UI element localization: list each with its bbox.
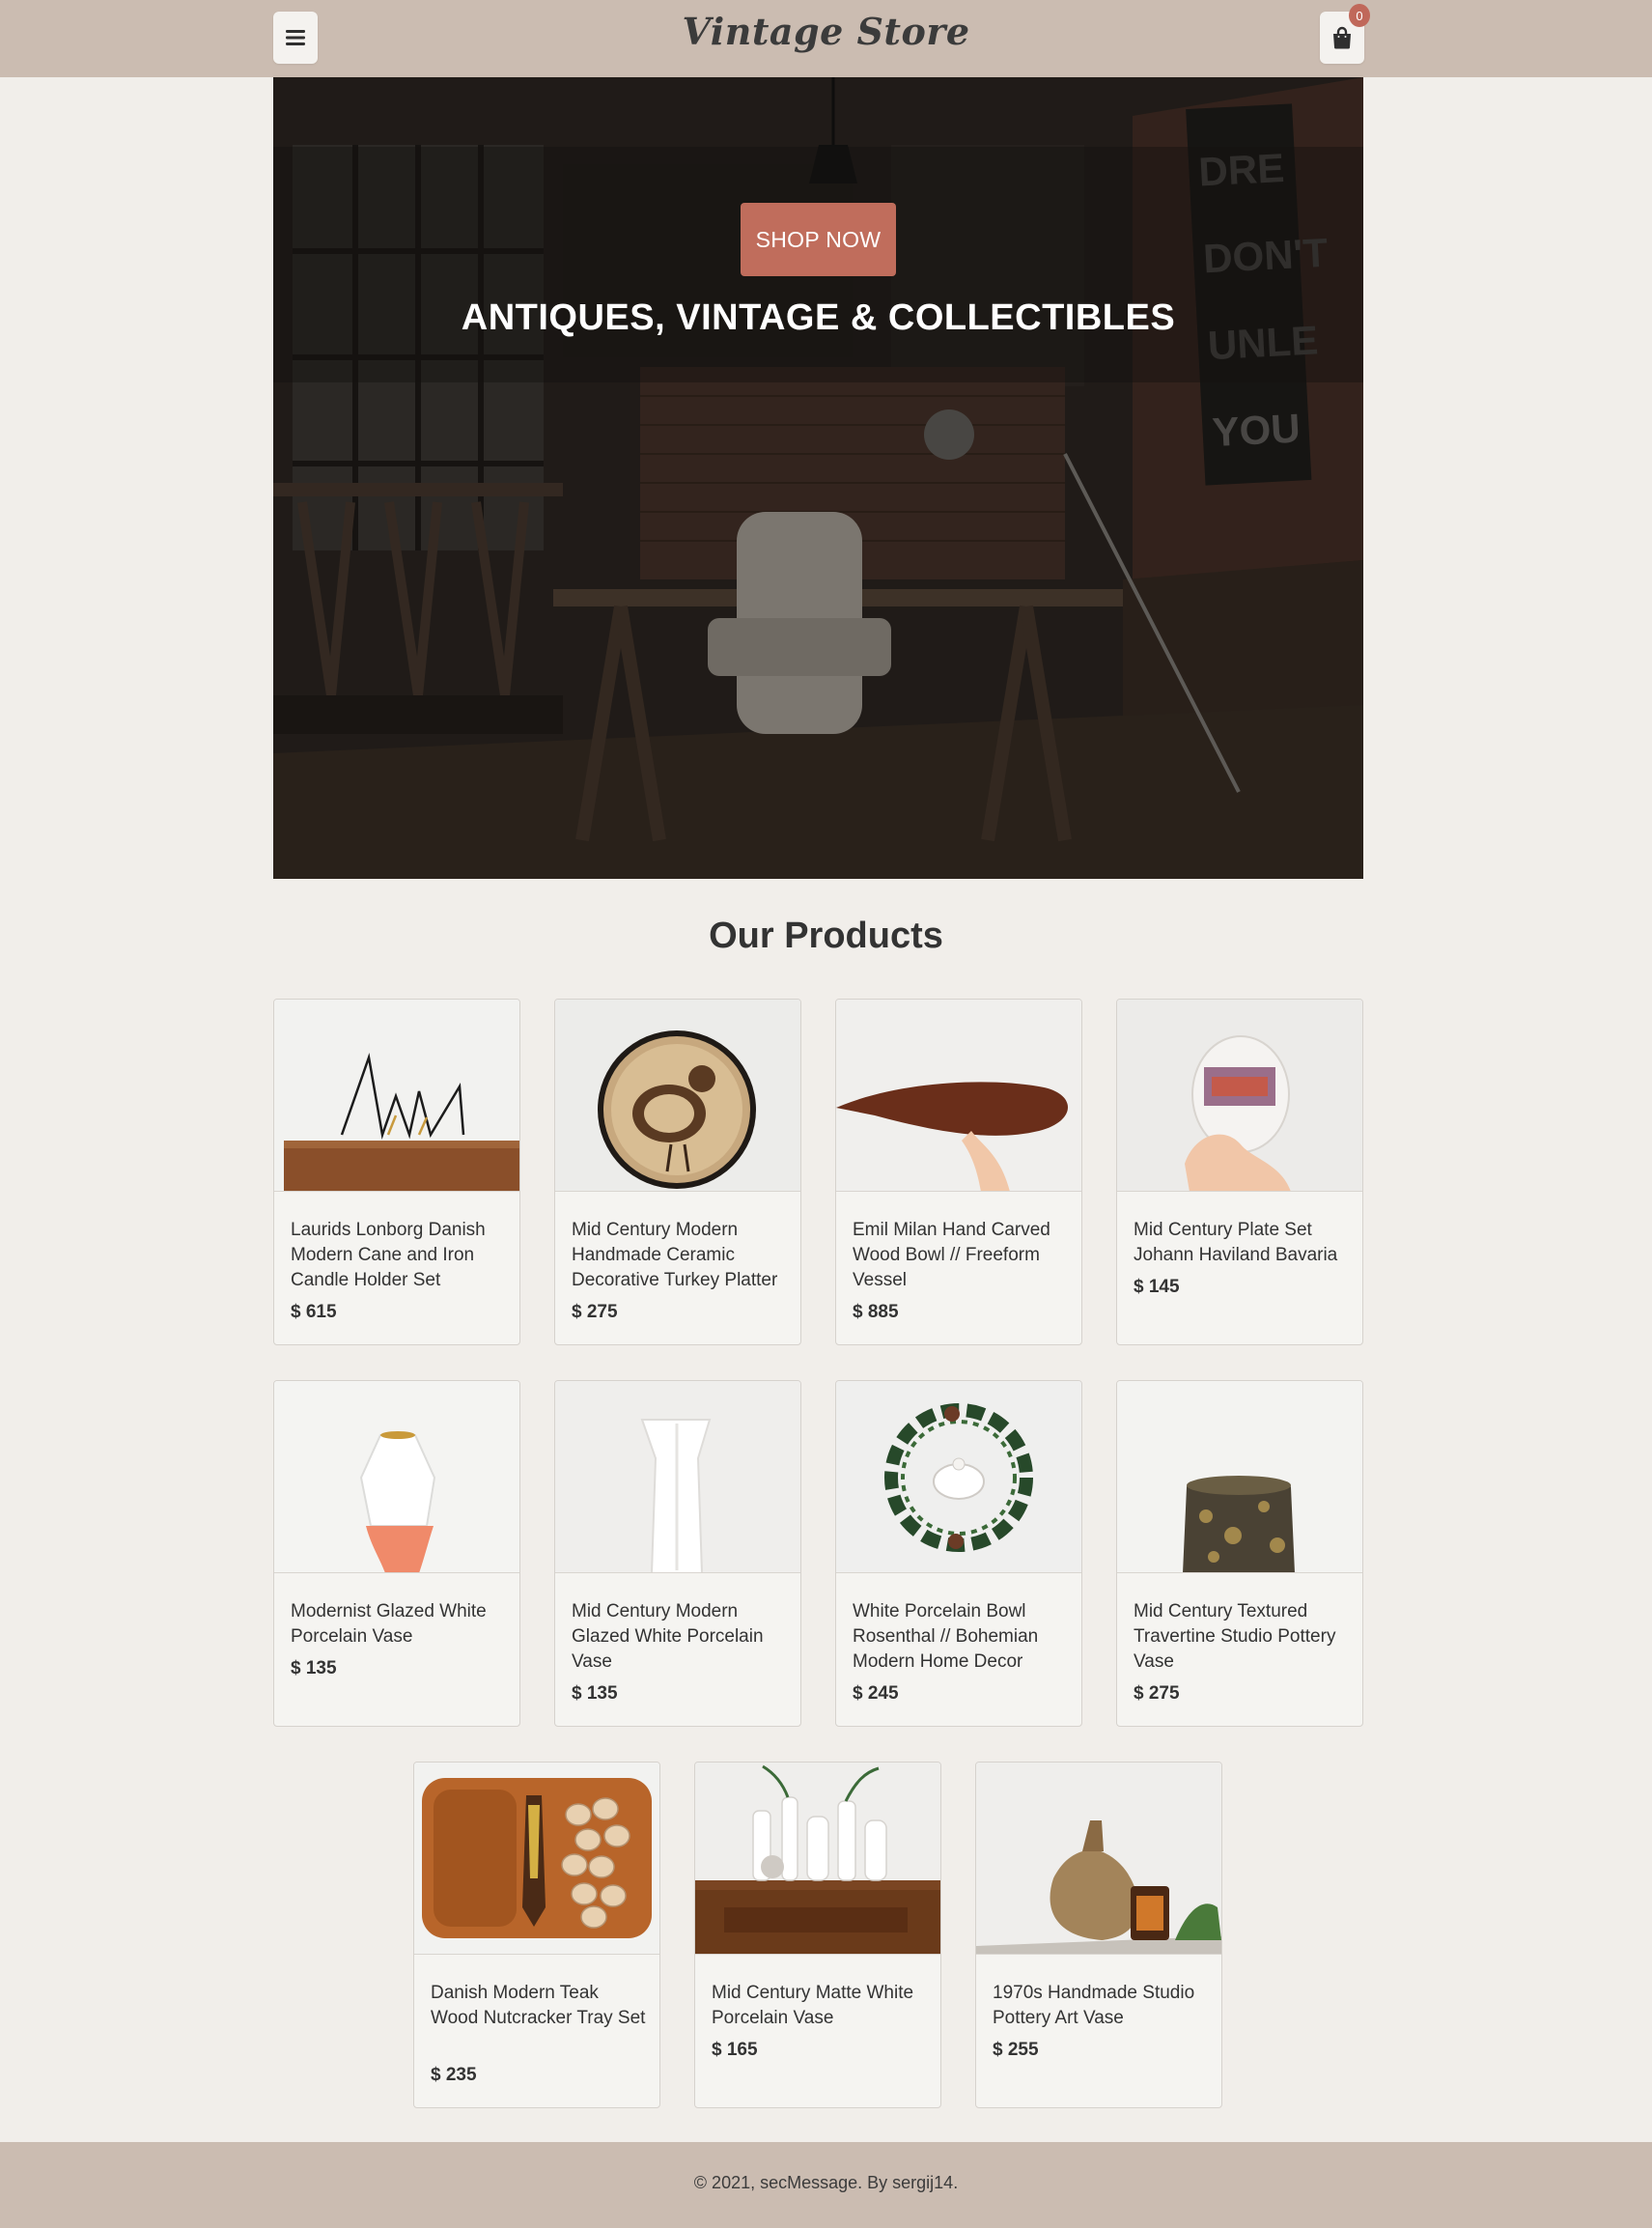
product-card[interactable]: Mid Century Textured Travertine Studio P…	[1116, 1380, 1363, 1727]
product-card[interactable]: White Porcelain Bowl Rosenthal // Bohemi…	[835, 1380, 1082, 1727]
site-footer: © 2021, secMessage. By sergij14.	[0, 2142, 1652, 2228]
product-image[interactable]	[836, 1381, 1081, 1573]
product-price: $ 135	[291, 1658, 337, 1678]
product-name[interactable]: 1970s Handmade Studio Pottery Art Vase	[993, 1981, 1213, 2031]
product-image[interactable]	[555, 1000, 800, 1192]
product-image[interactable]	[555, 1381, 800, 1573]
footer-copyright: © 2021, secMessage. By sergij14.	[693, 2173, 959, 2192]
product-image[interactable]	[1117, 1381, 1362, 1573]
hero-banner: DRE DON'T UNLE YOU	[273, 77, 1363, 879]
product-price: $ 885	[853, 1302, 899, 1322]
shop-now-button[interactable]: SHOP NOW	[741, 203, 896, 276]
product-name[interactable]: Mid Century Textured Travertine Studio P…	[1134, 1599, 1354, 1675]
shopping-bag-icon	[1333, 26, 1351, 49]
product-card[interactable]: 1970s Handmade Studio Pottery Art Vase $…	[975, 1762, 1222, 2108]
product-name[interactable]: White Porcelain Bowl Rosenthal // Bohemi…	[853, 1599, 1073, 1675]
logo-container: Vintage Store	[0, 10, 1652, 53]
menu-button[interactable]	[273, 12, 318, 64]
cart-count-badge: 0	[1349, 4, 1370, 27]
product-image[interactable]	[274, 1000, 519, 1192]
product-price: $ 135	[572, 1683, 618, 1704]
product-card[interactable]: Mid Century Modern Glazed White Porcelai…	[554, 1380, 801, 1727]
product-price: $ 255	[993, 2040, 1039, 2060]
product-card[interactable]: Modernist Glazed White Porcelain Vase $ …	[273, 1380, 520, 1727]
product-price: $ 235	[431, 2065, 477, 2085]
product-card[interactable]: Mid Century Matte White Porcelain Vase $…	[694, 1762, 941, 2108]
product-name[interactable]: Danish Modern Teak Wood Nutcracker Tray …	[431, 1981, 651, 2031]
product-card[interactable]: Mid Century Plate Set Johann Haviland Ba…	[1116, 999, 1363, 1345]
hamburger-icon	[286, 30, 305, 45]
product-name[interactable]: Mid Century Modern Glazed White Porcelai…	[572, 1599, 792, 1675]
product-price: $ 275	[572, 1302, 618, 1322]
product-card[interactable]: Mid Century Modern Handmade Ceramic Deco…	[554, 999, 801, 1345]
product-price: $ 145	[1134, 1277, 1180, 1297]
product-name[interactable]: Modernist Glazed White Porcelain Vase	[291, 1599, 511, 1650]
product-price: $ 275	[1134, 1683, 1180, 1704]
product-card[interactable]: Emil Milan Hand Carved Wood Bowl // Free…	[835, 999, 1082, 1345]
product-image[interactable]	[1117, 1000, 1362, 1192]
site-header: Vintage Store 0	[0, 0, 1652, 77]
product-image[interactable]	[695, 1763, 940, 1955]
product-image[interactable]	[274, 1381, 519, 1573]
product-name[interactable]: Mid Century Matte White Porcelain Vase	[712, 1981, 932, 2031]
product-image[interactable]	[836, 1000, 1081, 1192]
product-price: $ 165	[712, 2040, 758, 2060]
product-name[interactable]: Laurids Lonborg Danish Modern Cane and I…	[291, 1218, 511, 1293]
product-card[interactable]: Danish Modern Teak Wood Nutcracker Tray …	[413, 1762, 660, 2108]
product-name[interactable]: Mid Century Modern Handmade Ceramic Deco…	[572, 1218, 792, 1293]
product-card[interactable]: Laurids Lonborg Danish Modern Cane and I…	[273, 999, 520, 1345]
product-name[interactable]: Mid Century Plate Set Johann Haviland Ba…	[1134, 1218, 1354, 1268]
site-logo[interactable]: Vintage Store	[682, 10, 969, 53]
product-price: $ 615	[291, 1302, 337, 1322]
product-image[interactable]	[414, 1763, 659, 1955]
hero-title: ANTIQUES, VINTAGE & COLLECTIBLES	[461, 297, 1176, 338]
product-image[interactable]	[976, 1763, 1221, 1955]
product-name[interactable]: Emil Milan Hand Carved Wood Bowl // Free…	[853, 1218, 1073, 1293]
products-section-title: Our Products	[709, 916, 943, 956]
product-price: $ 245	[853, 1683, 899, 1704]
